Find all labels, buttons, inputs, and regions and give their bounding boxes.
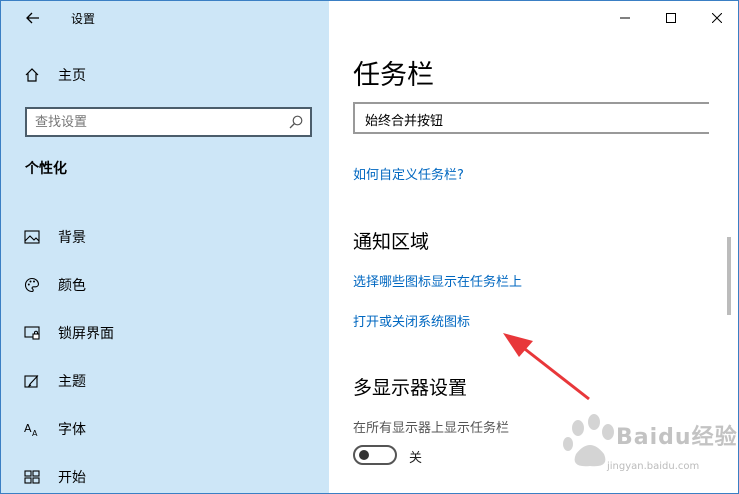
palette-icon — [23, 276, 41, 294]
sidebar-item-label: 锁屏界面 — [58, 326, 114, 342]
sidebar-item-background[interactable]: 背景 — [23, 213, 323, 261]
sidebar-item-label: 字体 — [58, 422, 86, 438]
sidebar-item-themes[interactable]: 主题 — [23, 357, 323, 405]
watermark-url: jingyan.baidu.com — [607, 461, 700, 472]
sidebar-item-label: 背景 — [58, 230, 86, 246]
sidebar-item-start[interactable]: 开始 — [23, 453, 323, 493]
search-box[interactable] — [25, 107, 312, 137]
window-controls — [602, 1, 738, 35]
close-icon — [712, 13, 722, 23]
annotation-arrow-icon — [503, 333, 590, 401]
toggle-knob — [359, 450, 369, 460]
start-icon — [23, 468, 41, 486]
font-icon: A A — [23, 420, 41, 438]
maximize-button[interactable] — [648, 1, 694, 35]
back-arrow-icon — [26, 12, 39, 24]
home-icon — [23, 66, 41, 84]
multi-display-heading: 多显示器设置 — [353, 377, 468, 399]
close-button[interactable] — [694, 1, 738, 35]
minimize-icon — [620, 17, 630, 19]
sidebar-item-label: 主题 — [58, 374, 86, 390]
page-title: 任务栏 — [353, 60, 434, 91]
system-icons-link[interactable]: 打开或关闭系统图标 — [353, 311, 470, 330]
sidebar-item-lock-screen[interactable]: 锁屏界面 — [23, 309, 323, 357]
image-icon — [23, 228, 41, 246]
show-on-all-displays-toggle[interactable] — [353, 445, 397, 465]
minimize-button[interactable] — [602, 1, 648, 35]
settings-window: 设置 主页 个性化 — [0, 0, 739, 494]
select-taskbar-icons-link[interactable]: 选择哪些图标显示在任务栏上 — [353, 271, 522, 290]
sidebar: 设置 主页 个性化 — [1, 1, 329, 493]
combine-buttons-dropdown[interactable]: 始终合并按钮 — [353, 102, 709, 134]
customize-taskbar-link[interactable]: 如何自定义任务栏? — [353, 164, 464, 183]
window-title: 设置 — [71, 12, 96, 26]
sidebar-item-colors[interactable]: 颜色 — [23, 261, 323, 309]
dropdown-value: 始终合并按钮 — [365, 114, 444, 129]
sidebar-item-home[interactable]: 主页 — [23, 63, 86, 87]
sidebar-item-fonts[interactable]: A A 字体 — [23, 405, 323, 453]
svg-text:A: A — [24, 422, 32, 435]
maximize-icon — [666, 13, 676, 23]
section-title: 个性化 — [25, 161, 67, 177]
sidebar-item-label: 颜色 — [58, 278, 86, 294]
back-button[interactable] — [11, 1, 55, 35]
watermark-brand: Baidu经验 — [616, 425, 738, 450]
sidebar-item-label: 开始 — [58, 470, 86, 486]
theme-icon — [23, 372, 41, 390]
sidebar-nav: 背景 颜色 锁屏界面 主题 A A 字体 开始 — [23, 213, 323, 493]
search-input[interactable] — [35, 113, 285, 131]
notification-area-heading: 通知区域 — [353, 231, 430, 253]
show-on-all-displays-label: 在所有显示器上显示任务栏 — [353, 421, 510, 436]
scrollbar-thumb[interactable] — [727, 237, 731, 315]
search-icon[interactable] — [288, 114, 304, 130]
toggle-state-label: 关 — [409, 451, 423, 466]
svg-text:A: A — [32, 429, 38, 437]
sidebar-item-label: 主页 — [58, 68, 86, 84]
lock-screen-icon — [23, 324, 41, 342]
